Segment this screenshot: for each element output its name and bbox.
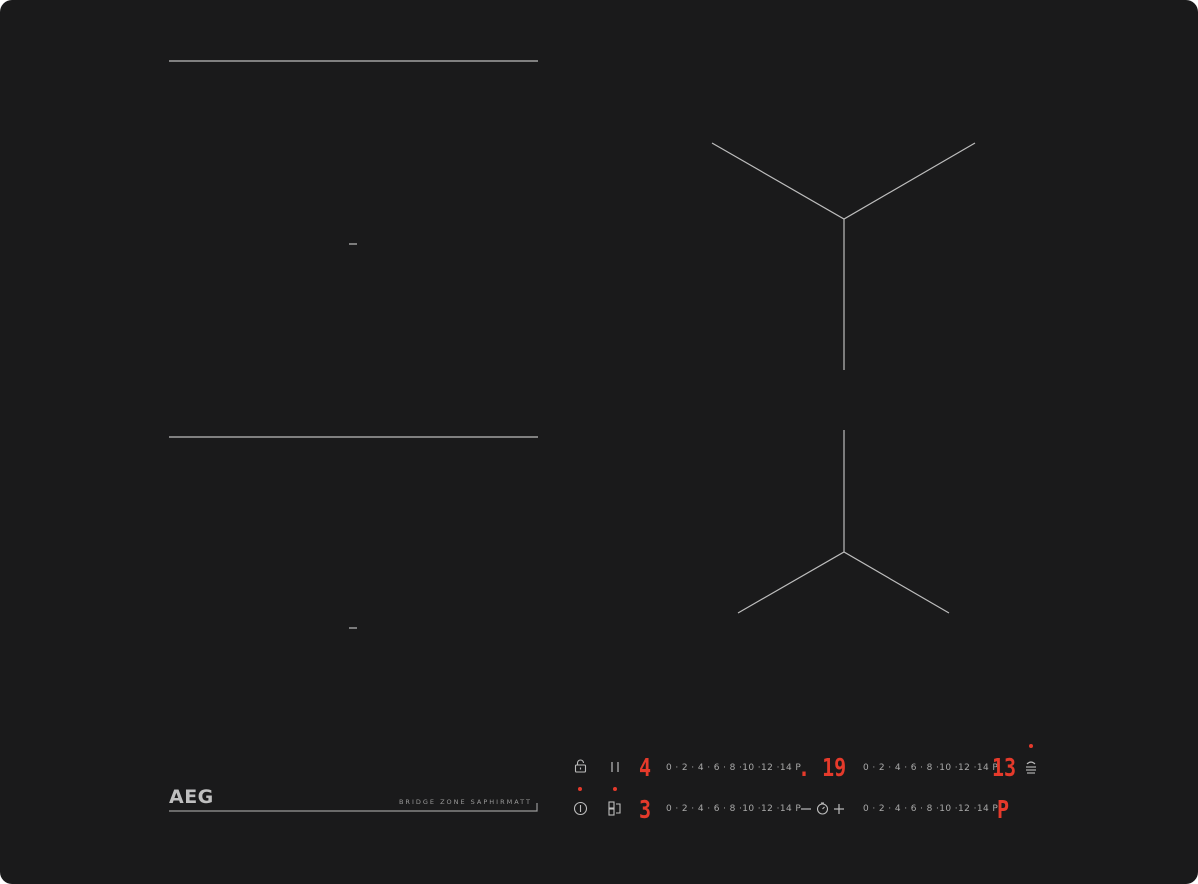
timer-display: . 19 <box>798 753 847 782</box>
right-rear-indicator-dot <box>1029 744 1033 748</box>
left-rear-power-display: 4 <box>639 753 652 782</box>
right-rear-power-display: 13 <box>992 753 1017 782</box>
bridge-indicator-dot <box>613 787 617 791</box>
right-front-power-slider[interactable]: 0 · 2 · 4 · 6 · 8 ·10 ·12 ·14 P <box>863 803 998 815</box>
plus-icon[interactable] <box>833 803 845 815</box>
lock-icon[interactable] <box>574 759 587 773</box>
pause-icon[interactable] <box>609 761 621 773</box>
left-front-power-slider[interactable]: 0 · 2 · 4 · 6 · 8 ·10 ·12 ·14 P <box>666 803 801 815</box>
left-front-power-display: 3 <box>639 795 652 824</box>
bridge-icon[interactable] <box>608 801 622 816</box>
minus-icon[interactable] <box>800 803 812 815</box>
aeg-logo: AEG <box>169 786 214 808</box>
cooking-zones <box>169 60 976 812</box>
power-indicator-dot <box>578 787 582 791</box>
induction-hob: AEG BRIDGE ZONE SAPHIRMATT 4 0 · 2 · 4 ·… <box>0 0 1198 884</box>
timer-icon[interactable] <box>816 802 829 815</box>
right-rear-zone-mark <box>711 142 976 220</box>
power-icon[interactable] <box>573 801 588 816</box>
right-front-power-display: P <box>997 795 1010 824</box>
model-label: BRIDGE ZONE SAPHIRMATT <box>398 798 532 806</box>
left-rear-power-slider[interactable]: 0 · 2 · 4 · 6 · 8 ·10 ·12 ·14 P <box>666 762 801 774</box>
right-rear-power-slider[interactable]: 0 · 2 · 4 · 6 · 8 ·10 ·12 ·14 P <box>863 762 998 774</box>
hob2hood-icon[interactable] <box>1024 760 1038 774</box>
